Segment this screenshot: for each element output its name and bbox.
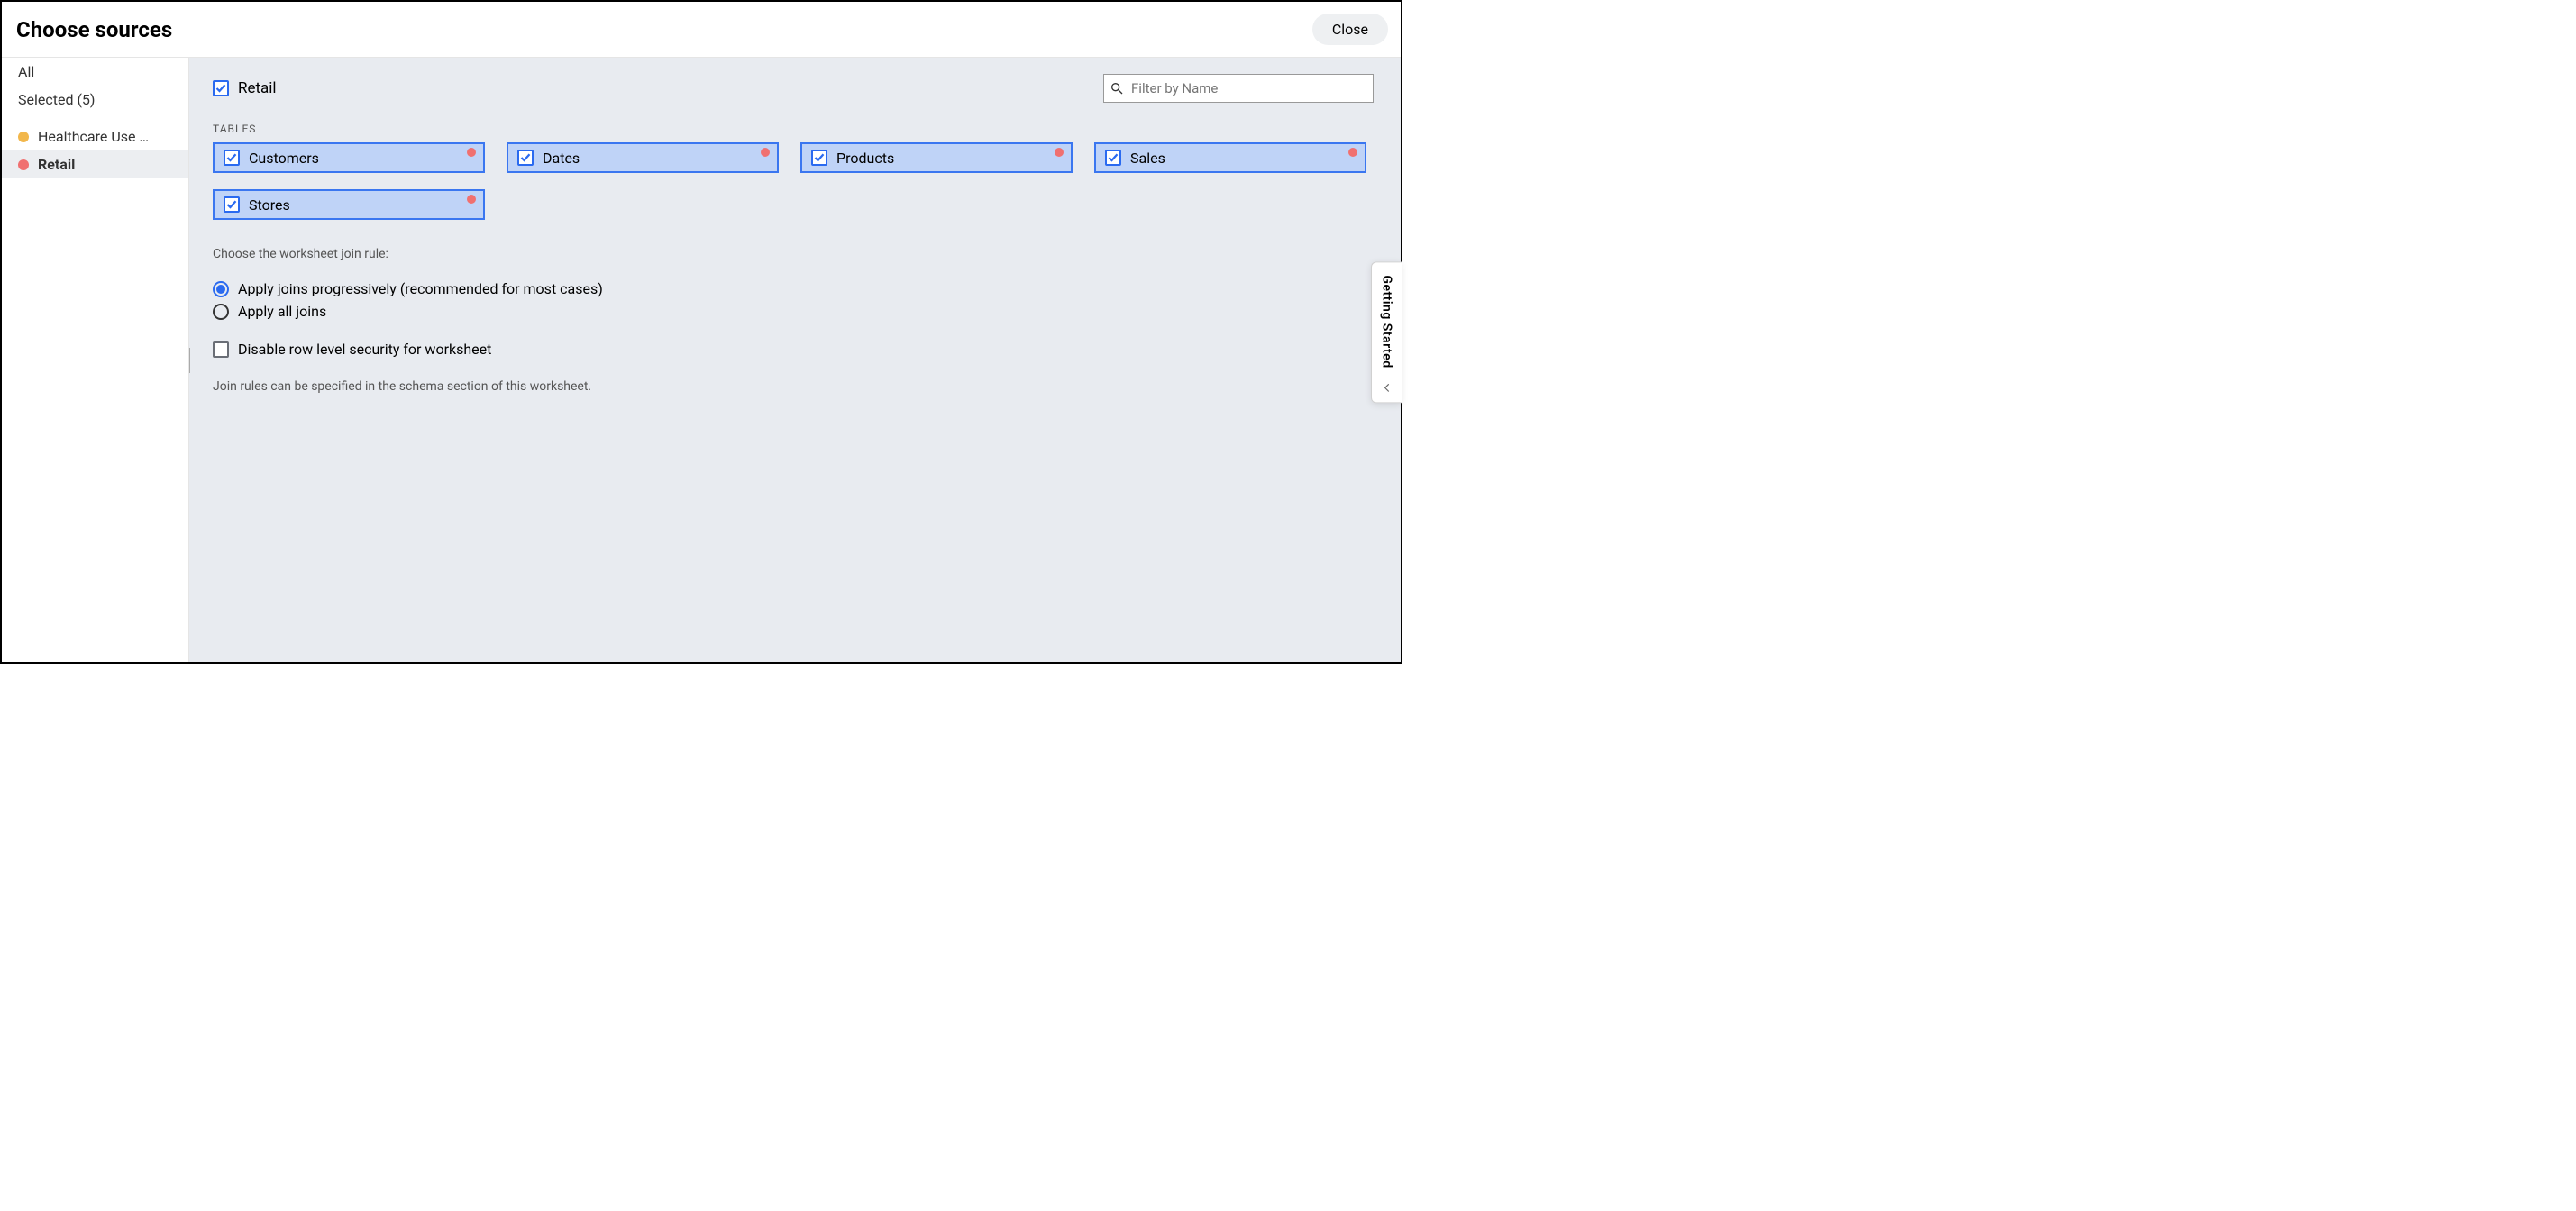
checkbox-icon[interactable] [811,150,827,166]
dialog-title: Choose sources [16,17,172,42]
dialog-header: Choose sources Close [2,2,1401,58]
table-label: Customers [249,150,319,167]
status-dot-icon [1348,148,1357,157]
radio-apply-all[interactable]: Apply all joins [213,300,1374,323]
table-label: Stores [249,196,290,214]
table-chip-products[interactable]: Products [800,142,1073,173]
checkbox-icon[interactable] [517,150,534,166]
checkbox-icon[interactable] [1105,150,1121,166]
checkbox-icon[interactable] [224,150,240,166]
checkbox-icon[interactable] [224,196,240,213]
sidebar-item-label: All [18,63,34,80]
join-rule-group: Apply joins progressively (recommended f… [213,278,1374,323]
status-dot-icon [467,195,476,204]
database-select-all[interactable]: Retail [213,79,277,97]
getting-started-tab[interactable]: Getting Started [1371,261,1402,403]
filter-input[interactable] [1103,74,1374,103]
status-dot-icon [18,132,29,142]
join-rule-label: Choose the worksheet join rule: [213,247,1374,261]
table-label: Products [836,150,894,167]
table-chip-customers[interactable]: Customers [213,142,485,173]
database-label: Retail [238,79,277,97]
chevron-left-icon [1378,378,1396,396]
radio-icon [213,281,229,297]
dialog-body: All Selected (5) Healthcare Use … Retail… [2,58,1401,662]
table-chip-dates[interactable]: Dates [507,142,779,173]
sidebar-item-label: Retail [38,156,75,173]
status-dot-icon [18,159,29,170]
top-row: Retail [213,74,1374,103]
rls-checkbox-row[interactable]: Disable row level security for worksheet [213,341,1374,358]
status-dot-icon [467,148,476,157]
radio-apply-progressive[interactable]: Apply joins progressively (recommended f… [213,278,1374,300]
search-wrap [1103,74,1374,103]
close-button[interactable]: Close [1312,14,1388,45]
sidebar-item-label: Healthcare Use … [38,128,149,145]
table-chip-sales[interactable]: Sales [1094,142,1366,173]
table-chip-stores[interactable]: Stores [213,189,485,220]
sidebar-item-retail[interactable]: Retail [2,150,188,178]
status-dot-icon [761,148,770,157]
tables-heading: TABLES [213,123,1374,135]
radio-icon [213,304,229,320]
join-hint: Join rules can be specified in the schem… [213,379,1374,394]
sidebar-item-label: Selected (5) [18,91,95,108]
table-label: Sales [1130,150,1165,167]
main-panel: Retail TABLES Customers Dates Products [189,58,1401,662]
splitter-handle[interactable] [189,348,192,373]
rls-label: Disable row level security for worksheet [238,341,491,358]
radio-label: Apply all joins [238,303,326,320]
getting-started-label: Getting Started [1380,275,1394,368]
table-label: Dates [543,150,580,167]
status-dot-icon [1055,148,1064,157]
radio-label: Apply joins progressively (recommended f… [238,280,603,297]
sidebar-filter-selected[interactable]: Selected (5) [2,86,188,114]
checkbox-icon[interactable] [213,341,229,358]
sidebar-filter-all[interactable]: All [2,58,188,86]
tables-grid: Customers Dates Products Sales Stores [213,142,1366,220]
search-icon [1110,81,1124,96]
sidebar: All Selected (5) Healthcare Use … Retail [2,58,189,662]
sidebar-item-healthcare[interactable]: Healthcare Use … [2,123,188,150]
checkbox-icon[interactable] [213,80,229,96]
